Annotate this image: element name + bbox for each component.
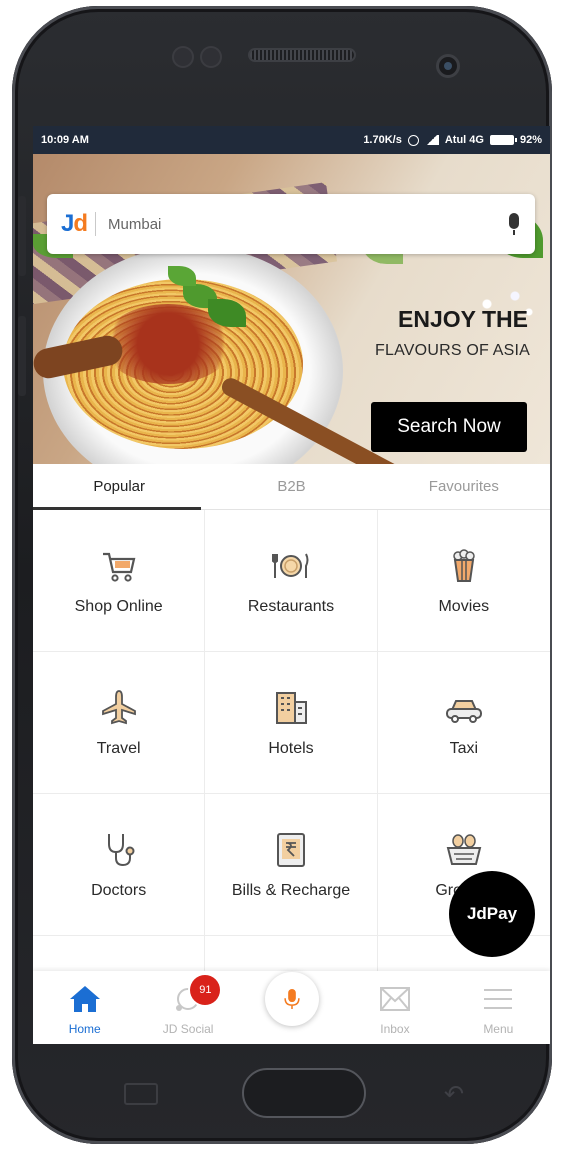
category-movies[interactable]: Movies	[377, 510, 550, 652]
category-label: Shop Online	[74, 597, 163, 615]
category-label: Movies	[438, 597, 490, 615]
category-label: Bills & Recharge	[231, 881, 351, 899]
voice-search-icon[interactable]	[507, 213, 521, 235]
stethoscope-icon	[107, 833, 135, 866]
battery-percent: 92%	[519, 134, 542, 146]
category-doctors[interactable]: Doctors	[33, 794, 206, 936]
airplane-icon	[101, 689, 136, 724]
category-label: Taxi	[449, 739, 479, 757]
earpiece-speaker	[248, 48, 356, 62]
jd-logo: Jd	[61, 210, 88, 237]
nav-inbox[interactable]: Inbox	[343, 971, 446, 1044]
cart-icon	[102, 552, 136, 582]
banner-subline: FLAVOURS OF ASIA	[375, 342, 530, 359]
status-bar: 10:09 AM 1.70K/s Atul 4G 92%	[33, 126, 550, 154]
search-now-button[interactable]: Search Now	[371, 402, 527, 452]
nav-menu[interactable]: Menu	[447, 971, 550, 1044]
category-taxi[interactable]: Taxi	[377, 652, 550, 794]
category-label: Restaurants	[247, 597, 335, 615]
nav-label: Inbox	[380, 1022, 410, 1036]
home-icon	[69, 986, 100, 1012]
search-divider	[95, 212, 97, 236]
category-bills-recharge[interactable]: Bills & Recharge	[205, 794, 378, 936]
sensor	[200, 46, 222, 68]
nav-label: Home	[68, 1022, 101, 1036]
hamburger-icon	[484, 989, 513, 1009]
nav-home[interactable]: Home	[33, 971, 136, 1044]
signal-icon	[424, 135, 439, 145]
category-label: Doctors	[91, 881, 147, 899]
front-camera	[436, 54, 460, 78]
category-restaurants[interactable]: Restaurants	[205, 510, 378, 652]
tab-favourites[interactable]: Favourites	[378, 464, 550, 509]
category-shop-online[interactable]: Shop Online	[33, 510, 206, 652]
power-button	[18, 316, 26, 396]
category-label: Hotels	[268, 739, 314, 757]
promo-banner[interactable]: ENJOY THE FLAVOURS OF ASIA Search Now Jd…	[33, 154, 550, 464]
nav-voice[interactable]	[240, 971, 343, 1044]
volume-button	[18, 196, 26, 276]
category-tabs: Popular B2B Favourites	[33, 464, 550, 510]
bill-rupee-icon	[276, 832, 305, 867]
app-screen: 10:09 AM 1.70K/s Atul 4G 92% ENJOY THE F…	[33, 126, 550, 1044]
nav-label: JD Social	[162, 1022, 214, 1036]
nav-jd-social[interactable]: 91 JD Social	[136, 971, 239, 1044]
building-icon	[275, 691, 307, 724]
envelope-icon	[379, 987, 410, 1011]
basket-icon	[446, 833, 482, 865]
tab-b2b[interactable]: B2B	[205, 464, 377, 509]
carrier-name: Atul 4G	[444, 134, 484, 146]
mic-icon	[283, 989, 300, 1009]
jdpay-fab[interactable]: JdPay	[449, 871, 535, 957]
nav-label: Menu	[483, 1022, 514, 1036]
search-bar[interactable]: Jd Mumbai	[47, 194, 535, 254]
city-selector[interactable]: Mumbai	[108, 216, 507, 233]
tab-popular[interactable]: Popular	[33, 464, 205, 510]
plate-cutlery-icon	[271, 553, 309, 578]
back-key-icon[interactable]: ↶	[444, 1080, 464, 1109]
voice-button[interactable]	[264, 972, 319, 1026]
banner-headline: ENJOY THE	[398, 306, 528, 332]
category-grid: Shop Online Restaurants Movies Travel Ho…	[33, 510, 550, 1044]
car-icon	[445, 699, 482, 723]
popcorn-icon	[453, 548, 475, 582]
notification-badge: 91	[190, 975, 221, 1005]
alarm-icon	[407, 134, 419, 146]
hardware-home-button[interactable]	[242, 1068, 366, 1118]
battery-icon	[489, 135, 517, 145]
recents-key-icon[interactable]	[124, 1083, 158, 1105]
network-speed: 1.70K/s	[363, 134, 402, 146]
bottom-navigation: Home 91 JD Social Inbox Menu	[33, 971, 550, 1044]
sensor	[172, 46, 194, 68]
status-time: 10:09 AM	[41, 134, 89, 146]
category-label: Travel	[96, 739, 141, 757]
category-travel[interactable]: Travel	[33, 652, 206, 794]
category-hotels[interactable]: Hotels	[205, 652, 378, 794]
